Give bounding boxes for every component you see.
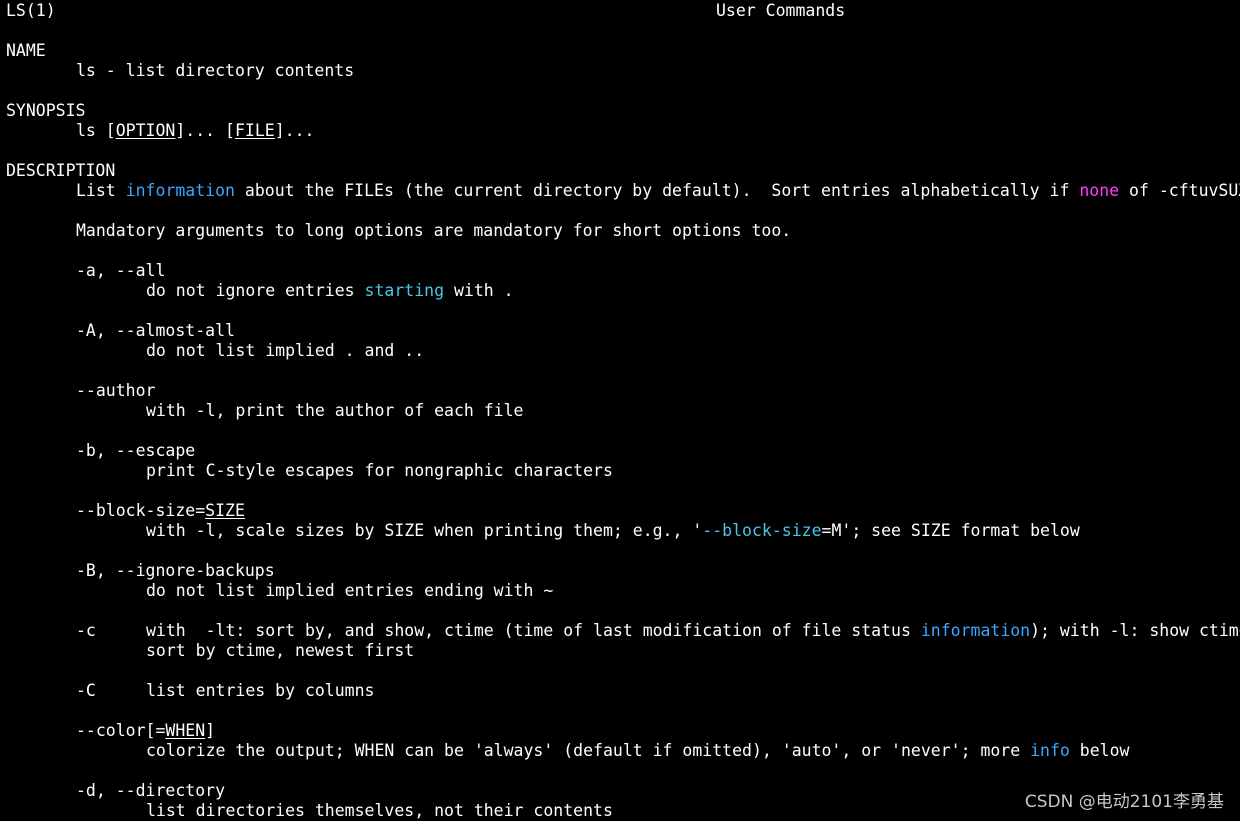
terminal-window[interactable]: LS(1) User Commands NAME ls - list direc… bbox=[0, 0, 1240, 821]
option-flag-escape: -b, --escape bbox=[76, 441, 196, 460]
option-flag-columns: -C bbox=[76, 681, 96, 700]
option-desc-block-size: with -l, scale sizes by SIZE when printi… bbox=[146, 521, 1080, 540]
man-section-name: User Commands bbox=[716, 1, 846, 20]
description-mandatory: Mandatory arguments to long options are … bbox=[76, 221, 792, 240]
synopsis-option-arg: OPTION bbox=[115, 121, 176, 140]
option-flag-almost-all: -A, --almost-all bbox=[76, 321, 235, 340]
synopsis-text: ls [OPTION]... [FILE]... bbox=[76, 121, 315, 140]
name-text: ls - list directory contents bbox=[76, 61, 355, 80]
search-highlight: --block-size bbox=[702, 521, 822, 540]
option-flag-all: -a, --all bbox=[76, 261, 166, 280]
option-flag-block-size: --block-size=SIZE bbox=[76, 501, 245, 520]
option-flag-ignore-backups: -B, --ignore-backups bbox=[76, 561, 275, 580]
section-title-description: DESCRIPTION bbox=[6, 161, 116, 180]
option-desc-all: do not ignore entries starting with . bbox=[146, 281, 514, 300]
option-flag-author: --author bbox=[76, 381, 156, 400]
option-flag-directory: -d, --directory bbox=[76, 781, 226, 800]
option-flag-color: --color[=WHEN] bbox=[76, 721, 216, 740]
man-header-center: User Commands bbox=[716, 1, 845, 21]
search-highlight: information bbox=[920, 621, 1031, 640]
section-title-name: NAME bbox=[6, 41, 46, 60]
description-line-1: List information about the FILEs (the cu… bbox=[76, 181, 1240, 200]
csdn-watermark: CSDN @电动2101李勇基 bbox=[1024, 792, 1224, 812]
option-desc-directory: list directories themselves, not their c… bbox=[146, 801, 613, 820]
option-flag-ctime: -c bbox=[76, 621, 96, 640]
search-highlight: information bbox=[125, 181, 235, 200]
option-desc-author: with -l, print the author of each file bbox=[146, 401, 524, 420]
option-desc-columns: list entries by columns bbox=[146, 681, 375, 700]
option-desc-almost-all: do not list implied . and .. bbox=[146, 341, 425, 360]
section-title-synopsis: SYNOPSIS bbox=[6, 101, 86, 120]
man-page-id: LS(1) bbox=[6, 1, 56, 20]
search-highlight: starting bbox=[364, 281, 445, 300]
option-desc-escape: print C-style escapes for nongraphic cha… bbox=[146, 461, 613, 480]
search-highlight: none bbox=[1079, 181, 1120, 200]
option-desc-color: colorize the output; WHEN can be 'always… bbox=[146, 741, 1130, 760]
option-desc-ignore-backups: do not list implied entries ending with … bbox=[146, 581, 554, 600]
search-highlight: info bbox=[1030, 741, 1070, 760]
option-desc-ctime-1: with -lt: sort by, and show, ctime (time… bbox=[146, 621, 1240, 640]
synopsis-file-arg: FILE bbox=[234, 121, 275, 140]
man-header-left: LS(1) bbox=[6, 1, 56, 21]
option-desc-ctime-2: sort by ctime, newest first bbox=[146, 641, 415, 660]
